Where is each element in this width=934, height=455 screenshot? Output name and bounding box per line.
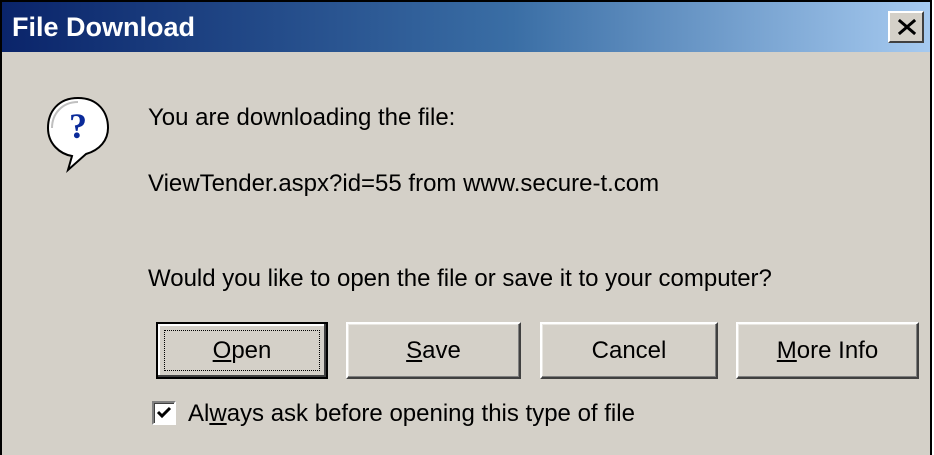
open-mnemonic: O <box>212 336 232 364</box>
open-or-save-prompt: Would you like to open the file or save … <box>148 265 772 292</box>
question-glyph: ? <box>69 106 87 146</box>
cancel-button[interactable]: Cancel <box>540 322 718 379</box>
save-label: ave <box>422 336 461 364</box>
close-icon <box>898 19 916 35</box>
more-info-label: ore Info <box>796 336 879 364</box>
cancel-label: Cancel <box>591 336 667 364</box>
file-source-text: ViewTender.aspx?id=55 from www.secure-t.… <box>148 170 660 197</box>
more-info-mnemonic: M <box>776 336 797 364</box>
close-button[interactable] <box>888 11 924 43</box>
file-download-dialog: File Download ? You are downloading the … <box>0 0 932 455</box>
checkmark-icon <box>156 406 172 419</box>
dialog-title: File Download <box>12 12 196 42</box>
always-ask-label[interactable]: Always ask before opening this type of f… <box>188 399 635 429</box>
title-bar[interactable]: File Download <box>2 2 930 52</box>
always-ask-checkbox[interactable] <box>152 401 176 425</box>
save-button[interactable]: Save <box>346 322 521 379</box>
open-label: pen <box>231 336 272 364</box>
always-ask-label-part1: Al <box>188 400 210 427</box>
open-button[interactable]: Open <box>156 322 328 379</box>
always-ask-label-part2: ays ask before opening this type of file <box>226 400 635 427</box>
question-icon: ? <box>46 96 110 174</box>
more-info-button[interactable]: More Info <box>736 322 919 379</box>
save-mnemonic: S <box>406 336 423 364</box>
always-ask-mnemonic: w <box>209 400 227 427</box>
download-intro-text: You are downloading the file: <box>148 104 456 131</box>
